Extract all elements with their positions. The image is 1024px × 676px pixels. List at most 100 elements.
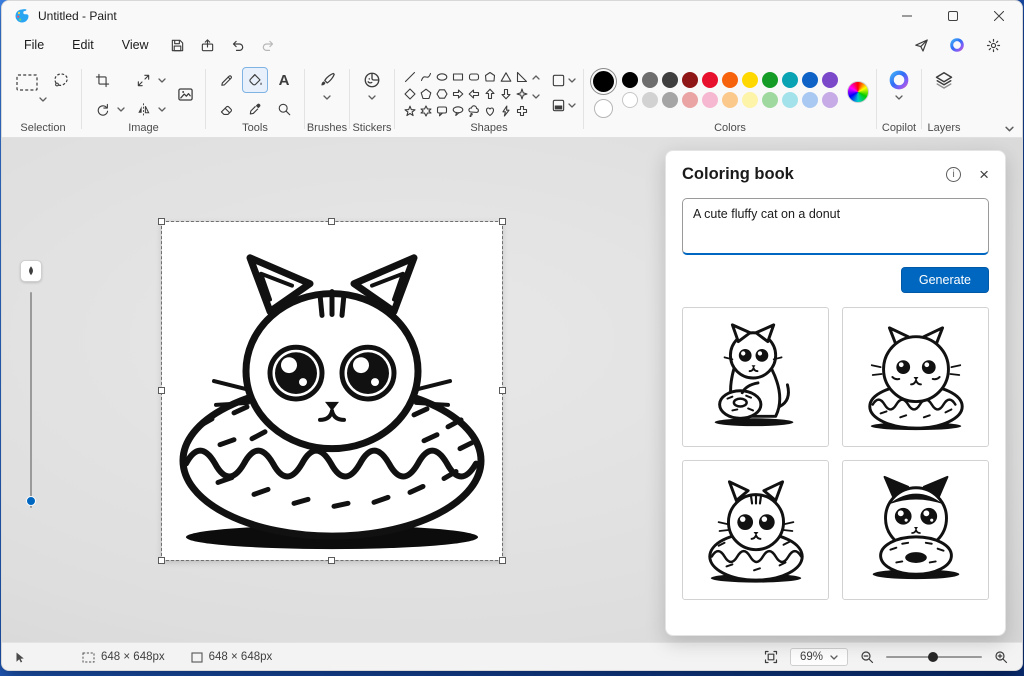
shape-arrow-right-icon[interactable]: [450, 86, 465, 102]
tool-size-slider-knob[interactable]: [26, 496, 36, 506]
palette-color-6d6d6d[interactable]: [642, 72, 658, 88]
palette-color-ffffff[interactable]: [622, 92, 638, 108]
zoom-in-icon[interactable]: [994, 650, 1008, 664]
selection-handle-n[interactable]: [328, 218, 335, 225]
shape-curve-icon[interactable]: [418, 69, 433, 85]
shape-line-icon[interactable]: [402, 69, 417, 85]
palette-color-f7630c[interactable]: [722, 72, 738, 88]
palette-color-eaa4a4[interactable]: [682, 92, 698, 108]
copilot-ribbon-button[interactable]: [884, 65, 914, 95]
shape-oval-icon[interactable]: [434, 69, 449, 85]
edit-colors-wheel[interactable]: [847, 81, 869, 103]
copilot-dropdown-chevron[interactable]: [895, 95, 903, 100]
generated-thumbnail-2[interactable]: [842, 307, 989, 447]
shape-fill-dropdown[interactable]: [551, 98, 576, 113]
zoom-slider-knob[interactable]: [928, 652, 938, 662]
color-picker-tool[interactable]: [242, 96, 268, 122]
selection-handle-sw[interactable]: [158, 557, 165, 564]
copilot-menubar-button[interactable]: [942, 33, 972, 57]
crop-tool[interactable]: [89, 67, 115, 93]
zoom-slider-track[interactable]: [886, 652, 982, 662]
pencil-tool[interactable]: [213, 67, 239, 93]
undo-button[interactable]: [223, 33, 253, 57]
resize-dropdown-chevron[interactable]: [158, 77, 166, 83]
panel-close-icon[interactable]: ×: [979, 166, 989, 183]
shape-hexagon-icon[interactable]: [434, 86, 449, 102]
flip-tool[interactable]: [130, 96, 156, 122]
foreground-color-swatch[interactable]: [593, 71, 614, 92]
shape-rectangle-icon[interactable]: [450, 69, 465, 85]
shape-arrow-up-icon[interactable]: [482, 86, 497, 102]
shape-star-five-icon[interactable]: [402, 103, 417, 119]
zoom-level-select[interactable]: 69%: [789, 648, 848, 666]
menu-file[interactable]: File: [10, 34, 58, 56]
save-button[interactable]: [163, 33, 193, 57]
menu-edit[interactable]: Edit: [58, 34, 108, 56]
minimize-button[interactable]: [884, 1, 930, 31]
shape-cross-icon[interactable]: [514, 103, 529, 119]
brushes-dropdown-chevron[interactable]: [323, 95, 331, 100]
layers-button[interactable]: [929, 65, 959, 95]
selection-handle-s[interactable]: [328, 557, 335, 564]
shape-outline-dropdown[interactable]: [551, 73, 576, 88]
palette-color-8f1616[interactable]: [682, 72, 698, 88]
shape-callout-rounded-icon[interactable]: [434, 103, 449, 119]
prompt-input[interactable]: A cute fluffy cat on a donut: [682, 198, 989, 255]
shape-lightning-icon[interactable]: [498, 103, 513, 119]
brushes-tool[interactable]: [312, 65, 342, 95]
resize-tool[interactable]: [130, 67, 156, 93]
fill-tool[interactable]: [242, 67, 268, 93]
palette-color-fbc98c[interactable]: [722, 92, 738, 108]
shapes-scroll-up[interactable]: [532, 75, 540, 80]
palette-color-3f3f3f[interactable]: [662, 72, 678, 88]
shape-diamond-icon[interactable]: [402, 86, 417, 102]
tool-size-slider-track[interactable]: [26, 292, 36, 508]
palette-color-a5a5a5[interactable]: [662, 92, 678, 108]
shape-rounded-rectangle-icon[interactable]: [466, 69, 481, 85]
palette-color-a9c8f2[interactable]: [802, 92, 818, 108]
maximize-button[interactable]: [930, 1, 976, 31]
fit-to-screen-icon[interactable]: [764, 650, 778, 664]
palette-color-fdf3a9[interactable]: [742, 92, 758, 108]
generated-thumbnail-3[interactable]: [682, 460, 829, 600]
palette-color-c6abe6[interactable]: [822, 92, 838, 108]
generate-button[interactable]: Generate: [900, 267, 989, 293]
tool-size-button[interactable]: [20, 260, 42, 282]
selection-handle-nw[interactable]: [158, 218, 165, 225]
stickers-dropdown-chevron[interactable]: [368, 95, 376, 100]
generated-thumbnail-4[interactable]: [842, 460, 989, 600]
menu-view[interactable]: View: [108, 34, 163, 56]
palette-color-ffd800[interactable]: [742, 72, 758, 88]
shape-pentagon-icon[interactable]: [418, 86, 433, 102]
selection-handle-e[interactable]: [499, 387, 506, 394]
stickers-tool[interactable]: [357, 65, 387, 95]
shape-callout-oval-icon[interactable]: [450, 103, 465, 119]
eraser-tool[interactable]: [213, 96, 239, 122]
shape-right-triangle-icon[interactable]: [514, 69, 529, 85]
free-select-tool[interactable]: [48, 67, 74, 93]
info-icon[interactable]: i: [946, 167, 962, 182]
ribbon-collapse-chevron[interactable]: [1005, 126, 1014, 132]
text-tool[interactable]: A: [271, 67, 297, 93]
magnifier-tool[interactable]: [271, 96, 297, 122]
selection-handle-se[interactable]: [499, 557, 506, 564]
palette-color-9fd99f[interactable]: [762, 92, 778, 108]
redo-button[interactable]: [253, 33, 283, 57]
selection-dropdown-chevron[interactable]: [39, 97, 47, 102]
share-button[interactable]: [906, 33, 936, 57]
rotate-dropdown-chevron[interactable]: [117, 106, 125, 112]
shape-arrow-down-icon[interactable]: [498, 86, 513, 102]
selection-handle-ne[interactable]: [499, 218, 506, 225]
shape-arrow-left-icon[interactable]: [466, 86, 481, 102]
palette-color-0f62c6[interactable]: [802, 72, 818, 88]
palette-color-e8112d[interactable]: [702, 72, 718, 88]
settings-button[interactable]: [978, 33, 1008, 57]
rotate-tool[interactable]: [89, 96, 115, 122]
shape-callout-cloud-icon[interactable]: [466, 103, 481, 119]
palette-color-0aa3b4[interactable]: [782, 72, 798, 88]
image-properties-tool[interactable]: [172, 82, 198, 108]
palette-color-d2d2d2[interactable]: [642, 92, 658, 108]
palette-color-000000[interactable]: [622, 72, 638, 88]
palette-color-f5b8d0[interactable]: [702, 92, 718, 108]
zoom-out-icon[interactable]: [860, 650, 874, 664]
